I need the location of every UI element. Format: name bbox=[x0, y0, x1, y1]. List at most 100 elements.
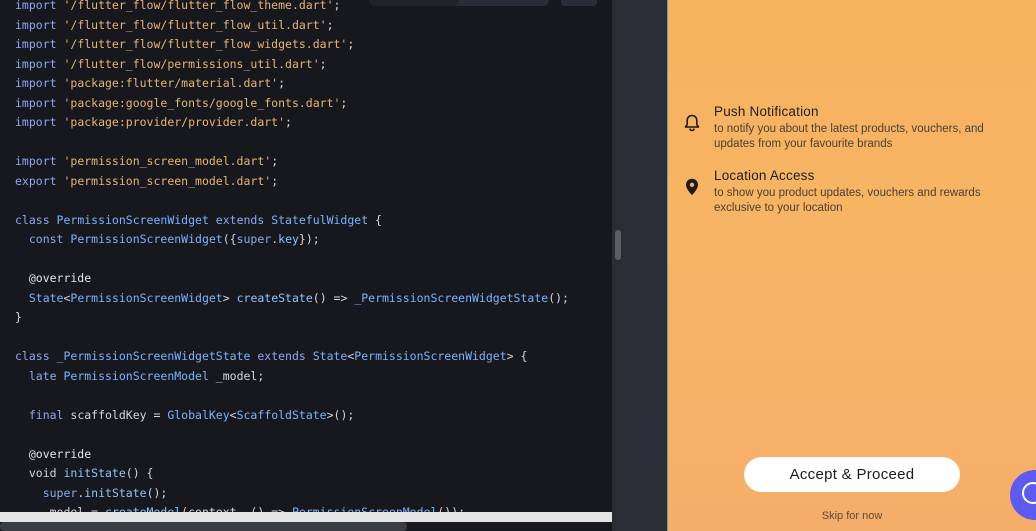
code-token: { bbox=[368, 212, 382, 227]
chat-icon bbox=[1022, 482, 1036, 504]
code-token: key bbox=[278, 232, 299, 246]
code-token: import bbox=[15, 154, 64, 168]
code-line[interactable]: import '/flutter_flow/flutter_flow_theme… bbox=[15, 0, 569, 16]
code-line[interactable]: import '/flutter_flow/flutter_flow_util.… bbox=[15, 16, 569, 36]
code-token: class bbox=[15, 212, 57, 227]
code-token: '/flutter_flow/permissions_util.dart' bbox=[63, 56, 320, 71]
code-content[interactable]: import '/flutter_flow/flutter_flow_theme… bbox=[15, 0, 569, 523]
code-token: extends bbox=[257, 349, 313, 363]
vertical-scrollbar-thumb[interactable] bbox=[615, 230, 621, 260]
code-line[interactable]: class _PermissionScreenWidgetState exten… bbox=[15, 347, 569, 367]
code-token: PermissionScreenWidget bbox=[70, 232, 223, 246]
permission-title: Location Access bbox=[714, 168, 815, 183]
code-token: initState bbox=[63, 466, 126, 480]
code-token: >(); bbox=[326, 407, 355, 422]
code-token: () { bbox=[125, 466, 154, 480]
code-token: PermissionScreenWidget bbox=[70, 290, 223, 305]
horizontal-scrollbar-thumb[interactable] bbox=[0, 522, 407, 531]
code-line[interactable] bbox=[15, 425, 569, 445]
code-line[interactable]: export 'permission_screen_model.dart'; bbox=[15, 172, 569, 192]
code-token: import bbox=[15, 0, 64, 12]
skip-link[interactable]: Skip for now bbox=[668, 510, 1036, 522]
code-line[interactable]: final scaffoldKey = GlobalKey<ScaffoldSt… bbox=[15, 406, 569, 426]
code-token: ; bbox=[347, 37, 355, 51]
code-token: ({ bbox=[222, 232, 237, 246]
code-token: _PermissionScreenWidgetState bbox=[354, 290, 549, 305]
code-token: '/flutter_flow/flutter_flow_theme.dart' bbox=[63, 0, 334, 12]
code-line[interactable]: @override bbox=[15, 445, 569, 465]
code-token: ; bbox=[278, 76, 286, 90]
permission-description: to show you product updates, vouchers an… bbox=[714, 187, 981, 214]
code-token: import bbox=[15, 95, 64, 110]
code-line[interactable]: @override bbox=[15, 269, 569, 289]
code-line[interactable]: void initState() { bbox=[15, 464, 569, 484]
permission-item-push: Push Notification to notify you about th… bbox=[680, 104, 1024, 152]
code-line[interactable]: } bbox=[15, 308, 569, 328]
permission-item-location: Location Access to show you product upda… bbox=[680, 168, 1024, 216]
code-token: late bbox=[15, 368, 64, 383]
code-token: 'permission_screen_model.dart' bbox=[63, 154, 272, 168]
code-token: const bbox=[15, 232, 71, 246]
code-token: 'package:flutter/material.dart' bbox=[63, 76, 279, 90]
pane-divider[interactable] bbox=[612, 0, 667, 531]
code-line[interactable]: import '/flutter_flow/flutter_flow_widge… bbox=[15, 35, 569, 55]
code-line[interactable]: late PermissionScreenModel _model; bbox=[15, 367, 569, 387]
code-token: final bbox=[15, 407, 71, 422]
code-token: import bbox=[15, 56, 64, 71]
code-editor[interactable]: import '/flutter_flow/flutter_flow_theme… bbox=[0, 0, 612, 531]
code-token: ; bbox=[271, 154, 279, 168]
code-line[interactable]: const PermissionScreenWidget({super.key}… bbox=[15, 230, 569, 250]
accept-proceed-button[interactable]: Accept & Proceed bbox=[744, 457, 960, 492]
code-token: import bbox=[15, 37, 64, 51]
code-token: import bbox=[15, 17, 64, 32]
location-pin-icon bbox=[680, 168, 704, 216]
code-token: _PermissionScreenWidgetState bbox=[56, 349, 258, 363]
code-token: super bbox=[236, 232, 272, 246]
code-token: '/flutter_flow/flutter_flow_widgets.dart… bbox=[63, 37, 348, 51]
code-token: ; bbox=[333, 0, 341, 12]
code-token: ; bbox=[271, 173, 279, 188]
code-line[interactable]: import 'package:flutter/material.dart'; bbox=[15, 74, 569, 94]
code-line[interactable] bbox=[15, 250, 569, 270]
code-token: @override bbox=[15, 446, 92, 461]
code-token: export bbox=[15, 173, 64, 188]
code-line[interactable]: class PermissionScreenWidget extends Sta… bbox=[15, 211, 569, 231]
code-token: > bbox=[222, 290, 237, 305]
code-token: import bbox=[15, 115, 64, 129]
code-token: State bbox=[15, 290, 64, 305]
code-token: ; bbox=[285, 115, 292, 129]
code-token: @override bbox=[15, 271, 92, 285]
code-token: () => bbox=[312, 290, 355, 305]
code-line[interactable]: State<PermissionScreenWidget> createStat… bbox=[15, 289, 569, 309]
code-token: (); bbox=[146, 485, 168, 500]
code-line[interactable]: import '/flutter_flow/permissions_util.d… bbox=[15, 55, 569, 75]
code-token: (); bbox=[548, 290, 569, 305]
permission-title: Push Notification bbox=[714, 104, 819, 119]
code-token: StatefulWidget bbox=[271, 212, 369, 227]
code-line[interactable] bbox=[15, 328, 569, 348]
code-line[interactable] bbox=[15, 191, 569, 211]
app-preview: Push Notification to notify you about th… bbox=[667, 0, 1036, 531]
horizontal-scrollbar-track[interactable] bbox=[0, 512, 612, 522]
code-token: }); bbox=[298, 232, 320, 246]
code-token: 'permission_screen_model.dart' bbox=[63, 173, 272, 188]
code-token: 'package:google_fonts/google_fonts.dart' bbox=[63, 95, 341, 110]
code-token: super bbox=[15, 485, 78, 500]
code-token: import bbox=[15, 76, 64, 90]
code-token: < bbox=[229, 407, 237, 422]
code-line[interactable]: import 'package:google_fonts/google_font… bbox=[15, 94, 569, 114]
code-token: _model; bbox=[215, 368, 265, 383]
permission-description: to notify you about the latest products,… bbox=[714, 123, 984, 150]
code-line[interactable]: super.initState(); bbox=[15, 484, 569, 504]
code-line[interactable] bbox=[15, 133, 569, 153]
code-line[interactable]: import 'permission_screen_model.dart'; bbox=[15, 152, 569, 172]
code-line[interactable]: import 'package:provider/provider.dart'; bbox=[15, 113, 569, 133]
code-token: '/flutter_flow/flutter_flow_util.dart' bbox=[63, 17, 327, 32]
code-token: PermissionScreenWidget bbox=[56, 212, 216, 227]
code-token: ScaffoldState bbox=[236, 407, 327, 422]
code-token: GlobalKey bbox=[167, 407, 230, 422]
code-token: > { bbox=[506, 349, 528, 363]
code-line[interactable] bbox=[15, 386, 569, 406]
code-token: extends bbox=[215, 212, 272, 227]
code-token: void bbox=[15, 466, 64, 480]
